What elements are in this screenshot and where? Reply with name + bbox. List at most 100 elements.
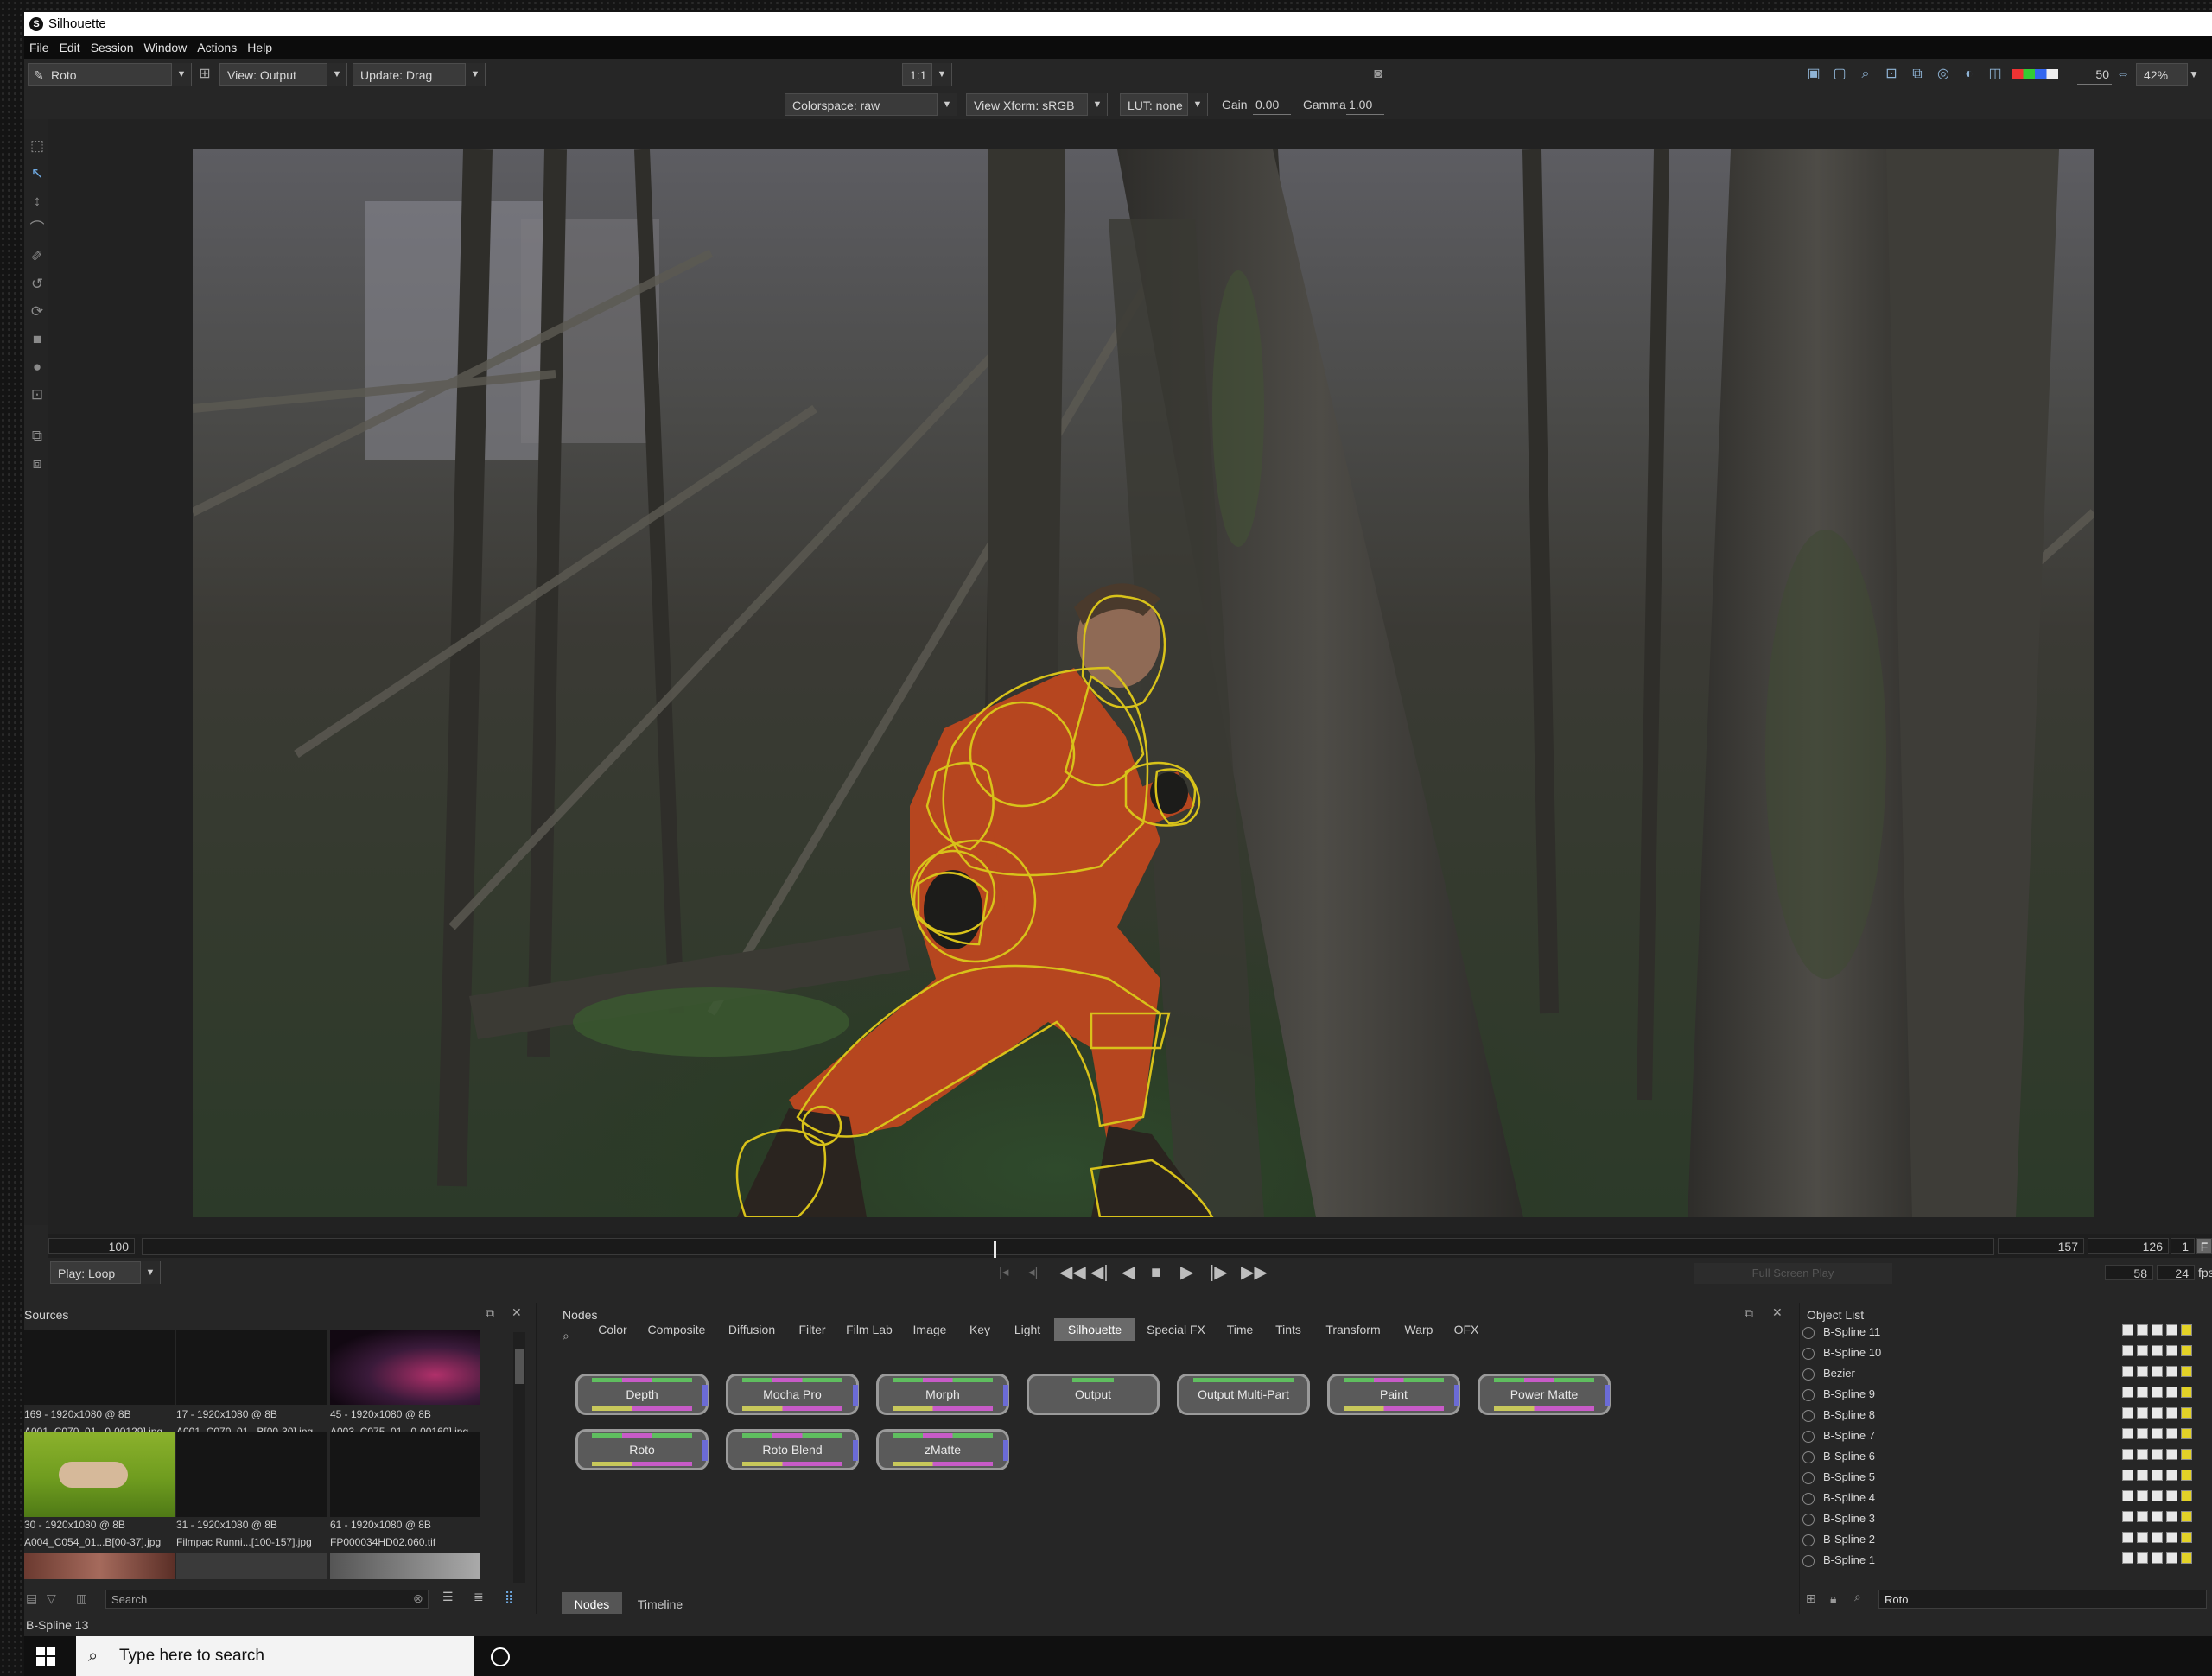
- radio-icon[interactable]: [1802, 1368, 1815, 1381]
- menu-edit[interactable]: Edit: [60, 41, 80, 54]
- lut-dropdown[interactable]: LUT: none ▼: [1120, 93, 1208, 116]
- magnetic-tool-icon[interactable]: ⟳: [28, 302, 47, 321]
- sources-scrollbar[interactable]: [513, 1332, 525, 1583]
- close-icon[interactable]: ✕: [512, 1305, 522, 1320]
- end-frame[interactable]: 157: [1998, 1238, 2084, 1254]
- tab-tints[interactable]: Tints: [1265, 1318, 1312, 1341]
- columns-icon[interactable]: ▥: [76, 1591, 87, 1606]
- add-view-icon[interactable]: ⊞: [195, 66, 214, 83]
- radio-icon[interactable]: [1802, 1451, 1815, 1463]
- node-roto-blend[interactable]: Roto Blend: [726, 1429, 859, 1470]
- rectangle-tool-icon[interactable]: ■: [28, 330, 47, 349]
- radio-icon[interactable]: [1802, 1347, 1815, 1360]
- xspline-tool-icon[interactable]: ↺: [28, 275, 47, 294]
- search-icon[interactable]: ⌕: [563, 1329, 569, 1343]
- tab-composite[interactable]: Composite: [638, 1318, 715, 1341]
- object-row[interactable]: B-Spline 1: [1802, 1550, 1875, 1571]
- windows-start-icon[interactable]: [36, 1647, 55, 1666]
- node-depth[interactable]: Depth: [575, 1374, 709, 1415]
- object-flags[interactable]: [2122, 1550, 2196, 1571]
- radio-icon[interactable]: [1802, 1533, 1815, 1546]
- node-output[interactable]: Output: [1027, 1374, 1160, 1415]
- source-thumbnail-8[interactable]: [176, 1553, 327, 1579]
- object-flags[interactable]: [2122, 1508, 2196, 1529]
- reshape-tool-icon[interactable]: ↕: [28, 192, 47, 211]
- source-thumbnail-9[interactable]: [330, 1553, 480, 1579]
- object-row[interactable]: B-Spline 7: [1802, 1425, 1875, 1446]
- object-row[interactable]: B-Spline 6: [1802, 1446, 1875, 1467]
- radio-icon[interactable]: [1802, 1409, 1815, 1422]
- node-roto[interactable]: Roto: [575, 1429, 709, 1470]
- lock-icon[interactable]: ▤: [26, 1591, 37, 1606]
- object-row[interactable]: B-Spline 11: [1802, 1322, 1880, 1343]
- add-object-icon[interactable]: ⊞: [1806, 1591, 1816, 1606]
- viewer[interactable]: [48, 119, 2212, 1234]
- fit-icon[interactable]: ⧉: [1908, 66, 1927, 83]
- rewind-icon[interactable]: ◀◀: [1059, 1263, 1086, 1282]
- menu-session[interactable]: Session: [91, 41, 134, 54]
- tab-time[interactable]: Time: [1217, 1318, 1263, 1341]
- filter-icon[interactable]: ▽: [47, 1591, 56, 1606]
- object-row[interactable]: Bezier: [1802, 1363, 1855, 1384]
- overlay-icon[interactable]: ◫: [1986, 66, 2005, 83]
- go-in-icon[interactable]: ◂|: [1028, 1263, 1038, 1282]
- stop-icon[interactable]: ■: [1151, 1263, 1161, 1282]
- object-row[interactable]: B-Spline 4: [1802, 1488, 1875, 1508]
- play-icon[interactable]: ▶: [1180, 1263, 1193, 1282]
- object-row[interactable]: B-Spline 3: [1802, 1508, 1875, 1529]
- object-row[interactable]: B-Spline 5: [1802, 1467, 1875, 1488]
- object-row[interactable]: B-Spline 10: [1802, 1343, 1881, 1363]
- node-paint[interactable]: Paint: [1327, 1374, 1460, 1415]
- object-flags[interactable]: [2122, 1488, 2196, 1508]
- tab-image[interactable]: Image: [902, 1318, 957, 1341]
- object-filter-input[interactable]: Roto: [1878, 1590, 2207, 1609]
- source-thumbnail-3[interactable]: [330, 1330, 480, 1405]
- float-panel-icon[interactable]: ⧉: [486, 1306, 494, 1321]
- menu-window[interactable]: Window: [144, 41, 188, 54]
- scroll-thumb[interactable]: [515, 1349, 524, 1384]
- zoom-icon[interactable]: ⌕: [1856, 66, 1875, 83]
- play-backward-icon[interactable]: ◀: [1122, 1263, 1135, 1282]
- radio-icon[interactable]: [1802, 1326, 1815, 1339]
- ellipse-tool-icon[interactable]: ●: [28, 358, 47, 377]
- frame-step[interactable]: 1: [2171, 1238, 2195, 1254]
- snapshot-camera-icon[interactable]: ◙: [1369, 66, 1388, 83]
- chevron-down-icon[interactable]: ▼: [2184, 66, 2203, 83]
- timeline-scrubber[interactable]: [142, 1238, 1994, 1261]
- taskbar-search-input[interactable]: ⌕ Type here to search: [76, 1636, 474, 1676]
- float-panel-icon[interactable]: ⧉: [1745, 1306, 1753, 1321]
- region-icon[interactable]: ⊡: [1882, 66, 1901, 83]
- tab-filter[interactable]: Filter: [788, 1318, 836, 1341]
- radio-icon[interactable]: [1802, 1471, 1815, 1484]
- bspline-tool-icon[interactable]: ⌒: [28, 219, 47, 238]
- safe-area-icon[interactable]: ▢: [1830, 66, 1849, 83]
- play-mode-dropdown[interactable]: Play: Loop ▼: [50, 1261, 161, 1284]
- transform-tool-icon[interactable]: ⬚: [28, 136, 47, 156]
- mirror-tool-icon[interactable]: ⧈: [28, 454, 47, 473]
- frame-count[interactable]: 58: [2105, 1265, 2153, 1280]
- fps-value[interactable]: 24: [2157, 1265, 2195, 1280]
- select-tool-icon[interactable]: ↖: [28, 164, 47, 183]
- step-forward-icon[interactable]: |▶: [1210, 1263, 1228, 1282]
- node-power-matte[interactable]: Power Matte: [1478, 1374, 1611, 1415]
- radio-icon[interactable]: [1802, 1513, 1815, 1526]
- go-start-icon[interactable]: |◂: [999, 1263, 1008, 1282]
- menu-actions[interactable]: Actions: [197, 41, 237, 54]
- node-mocha-pro[interactable]: Mocha Pro: [726, 1374, 859, 1415]
- menu-file[interactable]: File: [29, 41, 49, 54]
- object-flags[interactable]: [2122, 1446, 2196, 1467]
- target-icon[interactable]: ◎: [1934, 66, 1953, 83]
- view-xform-dropdown[interactable]: View Xform: sRGB ▼: [966, 93, 1108, 116]
- object-row[interactable]: B-Spline 9: [1802, 1384, 1875, 1405]
- start-frame[interactable]: 100: [48, 1238, 135, 1254]
- fast-forward-icon[interactable]: ▶▶: [1241, 1263, 1268, 1282]
- tab-timeline[interactable]: Timeline: [626, 1592, 695, 1616]
- clear-search-icon[interactable]: ⊗: [413, 1591, 423, 1606]
- object-flags[interactable]: [2122, 1529, 2196, 1550]
- grid-view-icon[interactable]: ⣿: [505, 1590, 513, 1604]
- lock-icon[interactable]: 🔒︎: [1830, 1591, 1836, 1606]
- channel-selector-icon[interactable]: [2012, 69, 2058, 79]
- tab-silhouette[interactable]: Silhouette: [1054, 1318, 1135, 1341]
- object-flags[interactable]: [2122, 1322, 2196, 1343]
- source-thumbnail-1[interactable]: [24, 1330, 175, 1405]
